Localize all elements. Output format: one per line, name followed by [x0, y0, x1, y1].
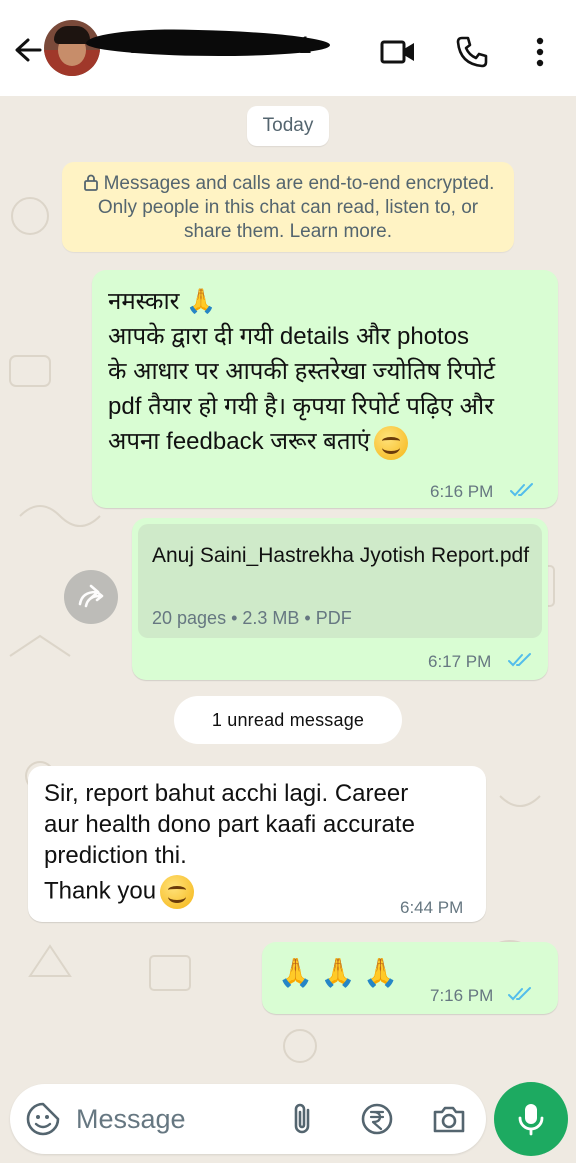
document-name: Anuj Saini_Hastrekha Jyotish Report.pdf — [152, 544, 530, 567]
double-check-icon — [510, 483, 533, 497]
camera-icon — [433, 1106, 465, 1133]
payment-button[interactable] — [358, 1100, 396, 1138]
message-text: 🙏 🙏 🙏 — [278, 957, 399, 988]
video-call-button[interactable] — [378, 32, 418, 72]
sticker-icon — [26, 1102, 60, 1136]
video-call-icon — [380, 40, 414, 64]
more-options-button[interactable] — [520, 32, 560, 72]
attach-button[interactable] — [284, 1100, 322, 1138]
message-line: aur health dono part kaafi accurate — [44, 811, 415, 838]
message-time: 6:16 PM — [430, 482, 494, 501]
message-line: अपना feedback जरूर बताएं — [108, 428, 371, 455]
message-line: नमस्कार 🙏 — [108, 288, 217, 315]
message-text: Sir, report bahut acchi lagi. Career aur… — [44, 778, 464, 909]
message-line: Thank you — [44, 877, 157, 905]
message-input[interactable] — [76, 1096, 276, 1142]
voice-message-button[interactable] — [494, 1082, 568, 1156]
document-card[interactable]: Anuj Saini_Hastrekha Jyotish Report.pdf … — [138, 524, 542, 638]
more-vert-icon — [536, 37, 544, 67]
message-bubble-outgoing[interactable]: नमस्कार 🙏 आपके द्वारा दी गयी details और … — [92, 270, 558, 508]
smile-emoji-icon — [160, 875, 195, 909]
paperclip-icon — [294, 1103, 310, 1134]
document-meta: 20 pages • 2.3 MB • PDF — [152, 608, 352, 628]
message-line: Sir, report bahut acchi lagi. Career — [44, 780, 409, 807]
message-time: 7:16 PM — [430, 986, 494, 1005]
message-time: 6:17 PM — [428, 652, 492, 671]
chat-header: +91 63211 97301 — [0, 0, 576, 96]
forward-button[interactable] — [64, 570, 118, 624]
message-line: prediction thi. — [44, 842, 187, 869]
double-check-icon — [508, 653, 531, 667]
phone-icon — [456, 36, 488, 68]
unread-messages-chip: 1 unread message — [174, 696, 402, 744]
mic-icon — [518, 1104, 544, 1136]
encryption-notice[interactable]: Messages and calls are end-to-end encryp… — [62, 162, 514, 252]
lock-icon — [83, 174, 98, 191]
message-time: 6:44 PM — [400, 898, 464, 917]
arrow-left-icon — [15, 38, 42, 62]
message-bubble-document[interactable]: Anuj Saini_Hastrekha Jyotish Report.pdf … — [132, 518, 548, 680]
composer-bar — [10, 1084, 486, 1154]
rupee-icon — [361, 1103, 393, 1135]
sticker-button[interactable] — [24, 1100, 62, 1138]
date-chip: Today — [247, 106, 329, 146]
voice-call-button[interactable] — [452, 32, 492, 72]
avatar[interactable] — [44, 20, 100, 76]
forward-icon — [78, 584, 104, 608]
double-check-icon — [508, 987, 531, 1001]
camera-button[interactable] — [430, 1100, 468, 1138]
message-bubble-incoming[interactable]: Sir, report bahut acchi lagi. Career aur… — [28, 766, 486, 922]
back-button[interactable] — [10, 32, 46, 68]
message-line: आपके द्वारा दी गयी details और photos — [108, 323, 470, 350]
message-bubble-outgoing[interactable]: 🙏 🙏 🙏 7:16 PM — [262, 942, 558, 1014]
message-line: pdf तैयार हो गयी है। कृपया रिपोर्ट पढ़िए… — [108, 393, 494, 420]
message-line: के आधार पर आपकी हस्तरेखा ज्योतिष रिपोर्ट — [108, 358, 496, 385]
message-text: नमस्कार 🙏 आपके द्वारा दी गयी details और … — [108, 284, 548, 460]
encryption-notice-text: Messages and calls are end-to-end encryp… — [97, 173, 495, 242]
smile-emoji-icon — [374, 425, 409, 460]
